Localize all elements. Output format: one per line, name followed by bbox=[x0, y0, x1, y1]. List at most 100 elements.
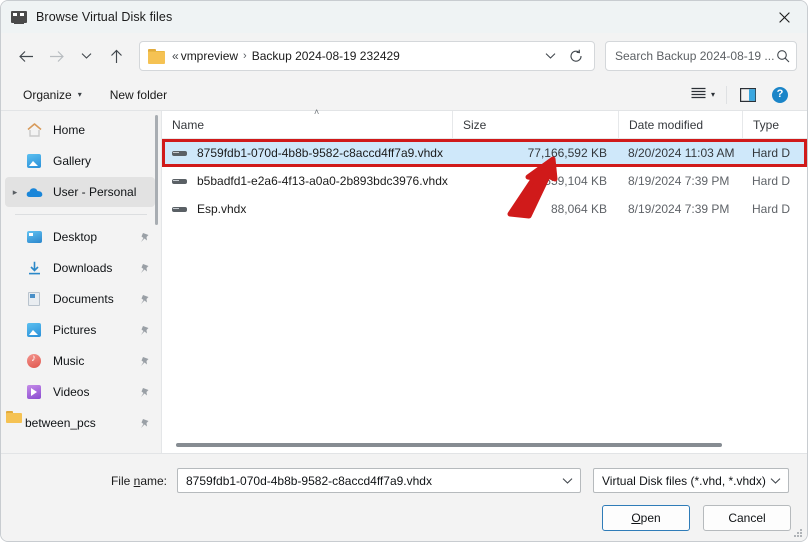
address-chevron-down-icon[interactable] bbox=[538, 43, 562, 69]
sidebar-item-label: Home bbox=[53, 123, 86, 137]
sidebar-item-music[interactable]: Music bbox=[5, 346, 155, 376]
pin-icon[interactable] bbox=[135, 325, 153, 336]
dialog-buttons: Open Cancel bbox=[17, 505, 791, 531]
search-box[interactable]: Search Backup 2024-08-19 ... bbox=[605, 41, 797, 71]
refresh-icon[interactable] bbox=[562, 43, 590, 69]
pin-icon[interactable] bbox=[135, 356, 153, 367]
table-row[interactable]: b5badfd1-e2a6-4f13-a0a0-2b893bdc3976.vhd… bbox=[162, 167, 807, 195]
new-folder-label: New folder bbox=[109, 87, 168, 102]
breadcrumb-item-vmpreview[interactable]: vmpreview bbox=[181, 49, 238, 63]
file-name: 8759fdb1-070d-4b8b-9582-c8accd4ff7a9.vhd… bbox=[197, 146, 443, 160]
cell-date-modified: 8/19/2024 7:39 PM bbox=[628, 174, 730, 188]
sidebar-item-gallery[interactable]: Gallery bbox=[5, 146, 155, 176]
file-name: Esp.vhdx bbox=[197, 202, 247, 216]
desktop-icon bbox=[25, 228, 45, 246]
pin-icon[interactable] bbox=[135, 232, 153, 243]
column-headers: Name ˄ Size Date modified Type bbox=[162, 107, 807, 139]
sidebar-item-label: Gallery bbox=[53, 154, 92, 168]
recent-locations-chevron-down-icon[interactable] bbox=[71, 41, 101, 71]
scrollbar-thumb[interactable] bbox=[176, 443, 722, 447]
sidebar-item-downloads[interactable]: Downloads bbox=[5, 253, 155, 283]
navigation-bar: « vmpreview › Backup 2024-08-19 232429 S… bbox=[1, 33, 807, 79]
sidebar-scrollbar[interactable] bbox=[155, 115, 158, 225]
search-input[interactable]: Search Backup 2024-08-19 ... bbox=[615, 49, 776, 63]
organize-button[interactable]: Organize ▾ bbox=[17, 83, 88, 107]
cell-type: Hard D bbox=[752, 146, 791, 160]
file-type-filter-value: Virtual Disk files (*.vhd, *.vhdx) bbox=[602, 473, 766, 488]
sidebar-item-label: Downloads bbox=[53, 261, 113, 275]
sidebar-item-documents[interactable]: Documents bbox=[5, 284, 155, 314]
up-arrow-icon[interactable] bbox=[101, 41, 131, 71]
column-header-name[interactable]: Name ˄ bbox=[162, 107, 452, 138]
help-icon[interactable]: ? bbox=[765, 82, 795, 108]
chevron-down-icon[interactable] bbox=[766, 477, 786, 485]
forward-arrow-icon[interactable] bbox=[41, 41, 71, 71]
pin-icon[interactable] bbox=[135, 387, 153, 398]
organize-label: Organize bbox=[23, 87, 72, 102]
address-bar[interactable]: « vmpreview › Backup 2024-08-19 232429 bbox=[139, 41, 595, 71]
table-row[interactable]: Esp.vhdx 88,064 KB 8/19/2024 7:39 PM Har… bbox=[162, 195, 807, 223]
cell-type: Hard D bbox=[752, 202, 791, 216]
file-name-input[interactable]: 8759fdb1-070d-4b8b-9582-c8accd4ff7a9.vhd… bbox=[177, 468, 581, 493]
sidebar-item-between-pcs[interactable]: between_pcs bbox=[5, 408, 155, 438]
cancel-button[interactable]: Cancel bbox=[703, 505, 791, 531]
file-name-value: 8759fdb1-070d-4b8b-9582-c8accd4ff7a9.vhd… bbox=[186, 473, 432, 488]
cell-date-modified: 8/20/2024 11:03 AM bbox=[628, 146, 735, 160]
table-row[interactable]: 8759fdb1-070d-4b8b-9582-c8accd4ff7a9.vhd… bbox=[162, 139, 807, 167]
back-arrow-icon[interactable] bbox=[11, 41, 41, 71]
command-bar: Organize ▾ New folder ▾ ? bbox=[1, 79, 807, 111]
close-icon[interactable] bbox=[761, 1, 807, 33]
window-title: Browse Virtual Disk files bbox=[36, 10, 173, 24]
resize-grip[interactable] bbox=[793, 528, 803, 538]
label-part: File bbox=[110, 473, 134, 488]
sidebar-item-home[interactable]: Home bbox=[5, 115, 155, 145]
view-menu-button[interactable]: ▾ bbox=[686, 83, 720, 107]
onedrive-cloud-icon bbox=[25, 183, 45, 201]
cell-name: b5badfd1-e2a6-4f13-a0a0-2b893bdc3976.vhd… bbox=[162, 167, 452, 195]
chevron-down-icon[interactable] bbox=[556, 477, 578, 485]
column-label: Date modified bbox=[629, 117, 704, 132]
column-header-date-modified[interactable]: Date modified bbox=[618, 111, 742, 138]
breadcrumb-item-backup[interactable]: Backup 2024-08-19 232429 bbox=[252, 49, 400, 63]
pin-icon[interactable] bbox=[135, 263, 153, 274]
open-button[interactable]: Open bbox=[602, 505, 690, 531]
sidebar-item-label: Documents bbox=[53, 292, 114, 306]
cell-name: 8759fdb1-070d-4b8b-9582-c8accd4ff7a9.vhd… bbox=[162, 139, 452, 167]
sidebar-item-user-personal[interactable]: ▸ User - Personal bbox=[5, 177, 155, 207]
cell-date-modified: 8/19/2024 7:39 PM bbox=[628, 202, 730, 216]
cell-name: Esp.vhdx bbox=[162, 195, 452, 223]
pin-icon[interactable] bbox=[135, 418, 153, 429]
file-type-filter-select[interactable]: Virtual Disk files (*.vhd, *.vhdx) bbox=[593, 468, 789, 493]
preview-pane-icon[interactable] bbox=[733, 82, 763, 108]
sidebar-item-label: User - Personal bbox=[53, 185, 137, 199]
breadcrumb: « vmpreview › Backup 2024-08-19 232429 bbox=[172, 49, 538, 63]
virtual-disk-icon bbox=[11, 9, 27, 25]
column-header-type[interactable]: Type bbox=[742, 111, 807, 138]
sidebar-item-videos[interactable]: Videos bbox=[5, 377, 155, 407]
sidebar-item-pictures[interactable]: Pictures bbox=[5, 315, 155, 345]
horizontal-scrollbar[interactable] bbox=[162, 437, 807, 453]
pin-icon[interactable] bbox=[135, 294, 153, 305]
navigation-pane: Home Gallery ▸ User - Personal Desktop D… bbox=[1, 111, 161, 453]
cell-size: 77,166,592 KB bbox=[527, 146, 607, 160]
search-icon bbox=[776, 49, 790, 63]
breadcrumb-overflow[interactable]: « bbox=[172, 49, 181, 63]
videos-icon bbox=[25, 383, 45, 401]
file-list-pane: Name ˄ Size Date modified Type 8759fdb1-… bbox=[161, 107, 807, 453]
breadcrumb-separator: › bbox=[243, 50, 247, 62]
home-icon bbox=[25, 121, 45, 139]
file-picker-window: Browse Virtual Disk files « vmpreview › bbox=[0, 0, 808, 542]
sidebar-item-label: Desktop bbox=[53, 230, 98, 244]
new-folder-button[interactable]: New folder bbox=[104, 83, 173, 107]
folder-icon bbox=[148, 49, 165, 64]
hard-disk-icon bbox=[172, 146, 188, 160]
dialog-footer: File name: 8759fdb1-070d-4b8b-9582-c8acc… bbox=[1, 453, 807, 541]
chevron-right-icon[interactable]: ▸ bbox=[5, 187, 25, 198]
sidebar-item-desktop[interactable]: Desktop bbox=[5, 222, 155, 252]
cell-type: Hard D bbox=[752, 174, 791, 188]
column-header-size[interactable]: Size bbox=[452, 111, 618, 138]
hard-disk-icon bbox=[172, 174, 188, 188]
view-controls: ▾ ? bbox=[686, 82, 795, 108]
title-bar: Browse Virtual Disk files bbox=[1, 1, 807, 33]
column-label: Type bbox=[753, 117, 780, 132]
